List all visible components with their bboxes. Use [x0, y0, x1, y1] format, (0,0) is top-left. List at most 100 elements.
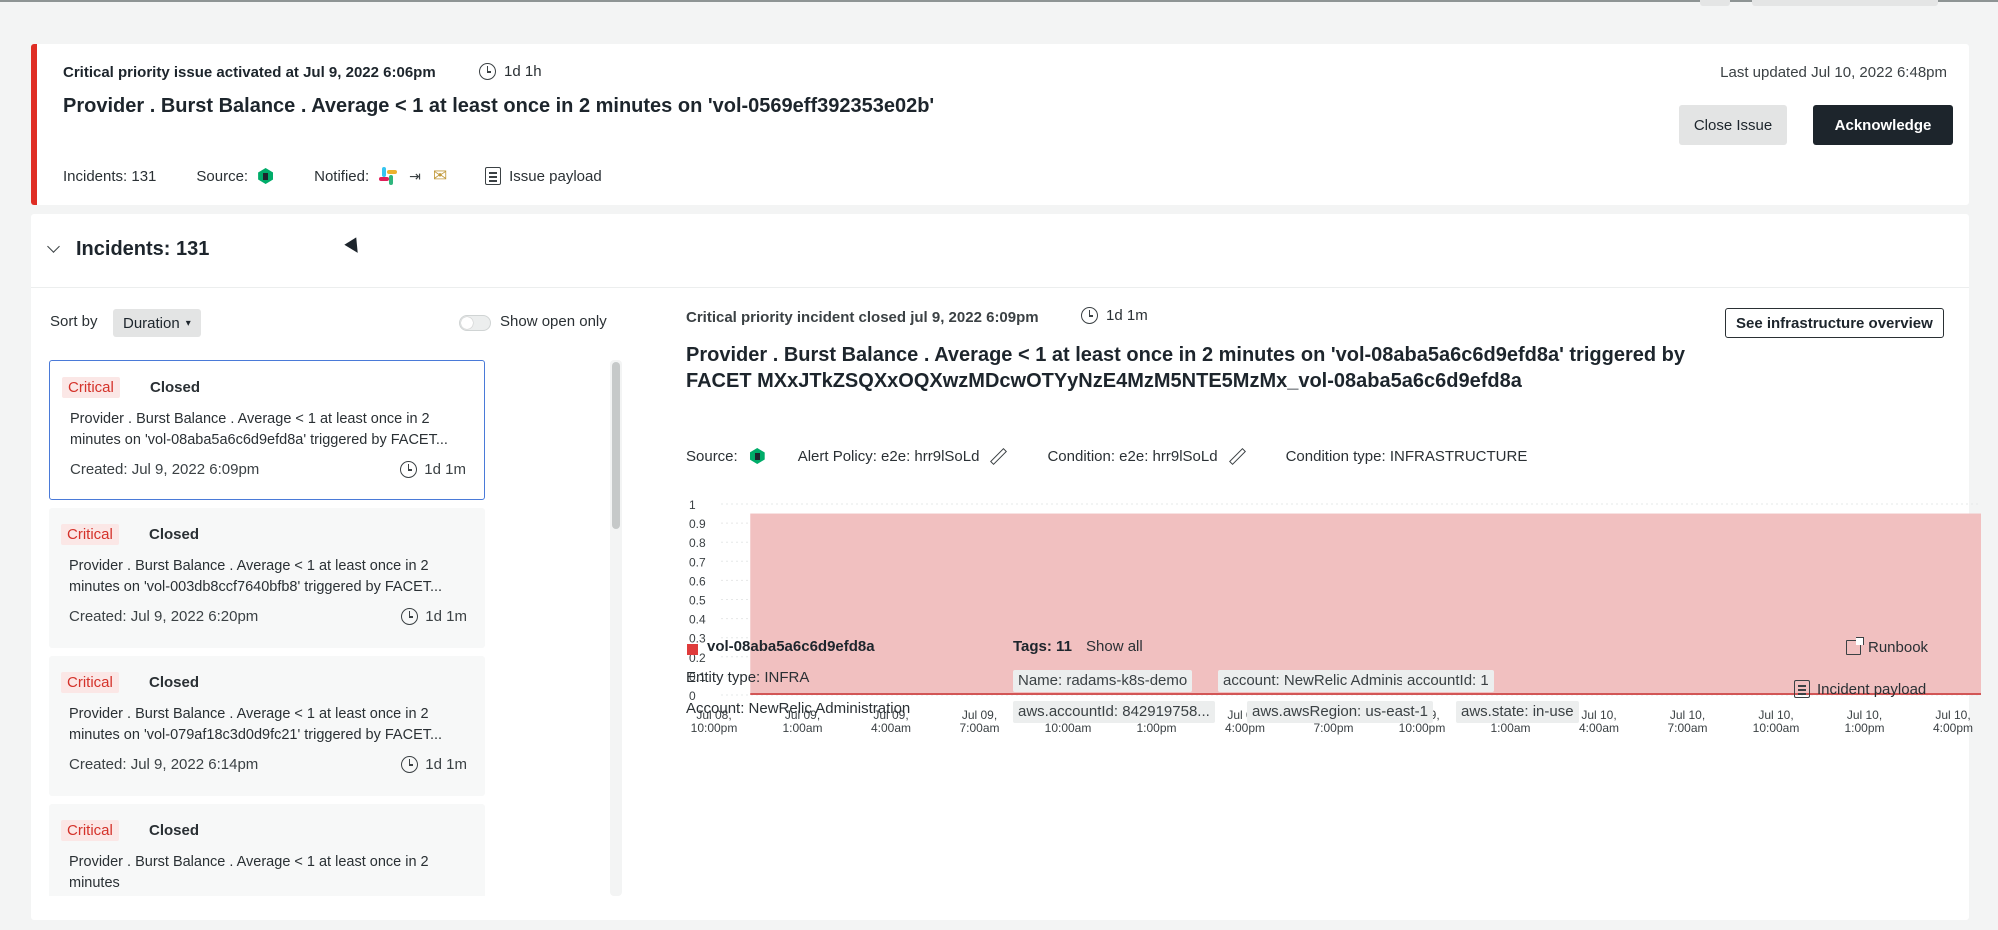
tag-chip: Name: radams-k8s-demo: [1013, 670, 1193, 692]
incident-duration: 1d 1m: [401, 756, 467, 773]
incident-status: Closed: [149, 526, 200, 543]
issue-payload-link[interactable]: Issue payload: [509, 168, 602, 185]
window-top-border: [0, 0, 1998, 2]
issue-title: Provider . Burst Balance . Average < 1 a…: [63, 95, 935, 117]
y-tick-label: 0.5: [689, 594, 706, 608]
entity-legend-square: [687, 644, 698, 655]
y-tick-label: 0.7: [689, 555, 706, 569]
x-tick-label: 1:00pm: [1136, 721, 1176, 735]
condition-type: Condition type: INFRASTRUCTURE: [1285, 447, 1528, 465]
incidents-header[interactable]: Incidents: 131: [31, 214, 1969, 288]
chevron-down-icon: ▾: [185, 317, 191, 329]
chevron-down-icon[interactable]: [47, 240, 60, 253]
incident-closed-text: Critical priority incident closed jul 9,…: [686, 309, 1039, 326]
show-open-toggle[interactable]: [459, 315, 491, 331]
clock-icon: [400, 461, 418, 478]
edit-pencil-icon[interactable]: [1228, 448, 1244, 464]
clock-icon: [401, 756, 419, 773]
sort-select-value: Duration: [123, 314, 180, 332]
tag-chip: accountId: 1: [1402, 670, 1494, 692]
incident-created: Created: Jul 9, 2022 6:14pm: [69, 756, 259, 773]
y-tick-label: 0.4: [689, 613, 706, 627]
incident-status: Closed: [149, 674, 200, 691]
x-tick-label: Jul 10,: [1670, 708, 1705, 722]
priority-badge: Critical: [61, 524, 119, 545]
incident-meta-row: Source: Alert Policy: e2e: hrr9lSoLd Con…: [686, 446, 1527, 466]
email-icon[interactable]: ✉: [433, 166, 447, 186]
sort-by-label: Sort by: [50, 313, 98, 330]
incident-created: Created: Jul 9, 2022 6:20pm: [69, 608, 259, 625]
incidents-title: Incidents: 131: [76, 238, 210, 260]
incident-detail-duration-value: 1d 1m: [1106, 307, 1148, 324]
x-tick-label: 10:00am: [1045, 721, 1092, 735]
edit-pencil-icon[interactable]: [989, 448, 1005, 464]
x-tick-label: Jul 10,: [1935, 708, 1970, 722]
newrelic-logo-icon: [256, 166, 276, 186]
x-tick-label: 7:00am: [959, 721, 999, 735]
entity-name[interactable]: vol-08aba5a6c6d9efd8a: [707, 638, 875, 655]
alert-policy[interactable]: Alert Policy: e2e: hrr9lSoLd: [798, 448, 980, 465]
x-tick-label: 10:00pm: [1399, 721, 1446, 735]
entity-account: Account: NewRelic Administration: [686, 700, 911, 717]
y-tick-label: 0.6: [689, 574, 706, 588]
x-tick-label: 7:00pm: [1313, 721, 1353, 735]
x-tick-label: 1:00am: [1490, 721, 1530, 735]
incident-status: Closed: [149, 822, 200, 839]
source-label: Source:: [686, 447, 738, 465]
x-tick-label: 1:00pm: [1844, 721, 1884, 735]
webhook-icon[interactable]: ⇥: [409, 168, 421, 185]
condition[interactable]: Condition: e2e: hrr9lSoLd: [1047, 448, 1217, 465]
issue-payload-icon[interactable]: [485, 167, 502, 185]
tag-chip: aws.awsRegion: us-east-1: [1247, 701, 1433, 723]
incident-payload-label: Incident payload: [1817, 680, 1927, 698]
issue-duration-value: 1d 1h: [504, 63, 542, 80]
see-infrastructure-button[interactable]: See infrastructure overview: [1725, 308, 1944, 338]
x-tick-label: 10:00am: [1753, 721, 1800, 735]
runbook-link[interactable]: Runbook: [1846, 637, 1928, 656]
incident-description: Provider . Burst Balance . Average < 1 a…: [69, 706, 443, 743]
clock-icon: [1081, 307, 1098, 324]
clock-icon: [479, 63, 496, 80]
tag-chip: account: NewRelic Adminis...: [1218, 670, 1422, 692]
tag-chip: aws.accountId: 842919758...: [1013, 701, 1215, 723]
y-tick-label: 0.9: [689, 517, 706, 531]
incident-card[interactable]: Critical Closed Provider . Burst Balance…: [49, 804, 485, 896]
incident-duration: 1d 1m: [400, 461, 466, 478]
show-open-label: Show open only: [500, 313, 607, 330]
priority-badge: Critical: [61, 672, 119, 693]
source-label: Source:: [196, 167, 249, 185]
incident-card[interactable]: Critical Closed Provider . Burst Balance…: [49, 508, 485, 648]
close-issue-button[interactable]: Close Issue: [1679, 105, 1787, 145]
incident-list-scrollbar[interactable]: [612, 362, 620, 529]
x-tick-label: 7:00am: [1667, 721, 1707, 735]
slack-icon[interactable]: [379, 167, 398, 185]
incidents-panel: Incidents: 131 Sort by Duration ▾ Show o…: [31, 214, 1981, 920]
incident-card[interactable]: Critical Closed Provider . Burst Balance…: [49, 360, 485, 500]
tag-chip: aws.state: in-use: [1456, 701, 1579, 723]
issue-activated-text: Critical priority issue activated at Jul…: [63, 64, 436, 81]
toolbar-icon-ghost[interactable]: [1700, 0, 1730, 6]
y-tick-label: 1: [689, 498, 696, 512]
incident-list: Critical Closed Provider . Burst Balance…: [49, 360, 491, 896]
sort-select[interactable]: Duration ▾: [113, 309, 201, 337]
tags-label: Tags: 11: [1013, 638, 1072, 655]
x-tick-label: 1:00am: [782, 721, 822, 735]
external-link-icon: [1846, 637, 1864, 655]
copy-permalink-button-ghost[interactable]: [1752, 0, 1938, 6]
incident-card[interactable]: Critical Closed Provider . Burst Balance…: [49, 656, 485, 796]
acknowledge-button[interactable]: Acknowledge: [1813, 105, 1953, 145]
x-tick-label: 4:00am: [1579, 721, 1619, 735]
incident-payload-link[interactable]: Incident payload: [1794, 680, 1926, 698]
incident-description: Provider . Burst Balance . Average < 1 a…: [69, 854, 429, 891]
violation-area: [750, 513, 1981, 695]
x-tick-label: Jul 10,: [1758, 708, 1793, 722]
incidents-count: Incidents: 131: [63, 167, 157, 185]
entity-type: Entity type: INFRA: [686, 669, 810, 686]
incident-payload-icon: [1794, 680, 1810, 698]
show-all-tags-link[interactable]: Show all: [1086, 638, 1143, 655]
incident-status: Closed: [150, 379, 201, 396]
incident-description: Provider . Burst Balance . Average < 1 a…: [70, 411, 448, 448]
notified-label: Notified:: [314, 167, 370, 185]
clock-icon: [401, 608, 419, 625]
x-tick-label: Jul 10,: [1581, 708, 1616, 722]
